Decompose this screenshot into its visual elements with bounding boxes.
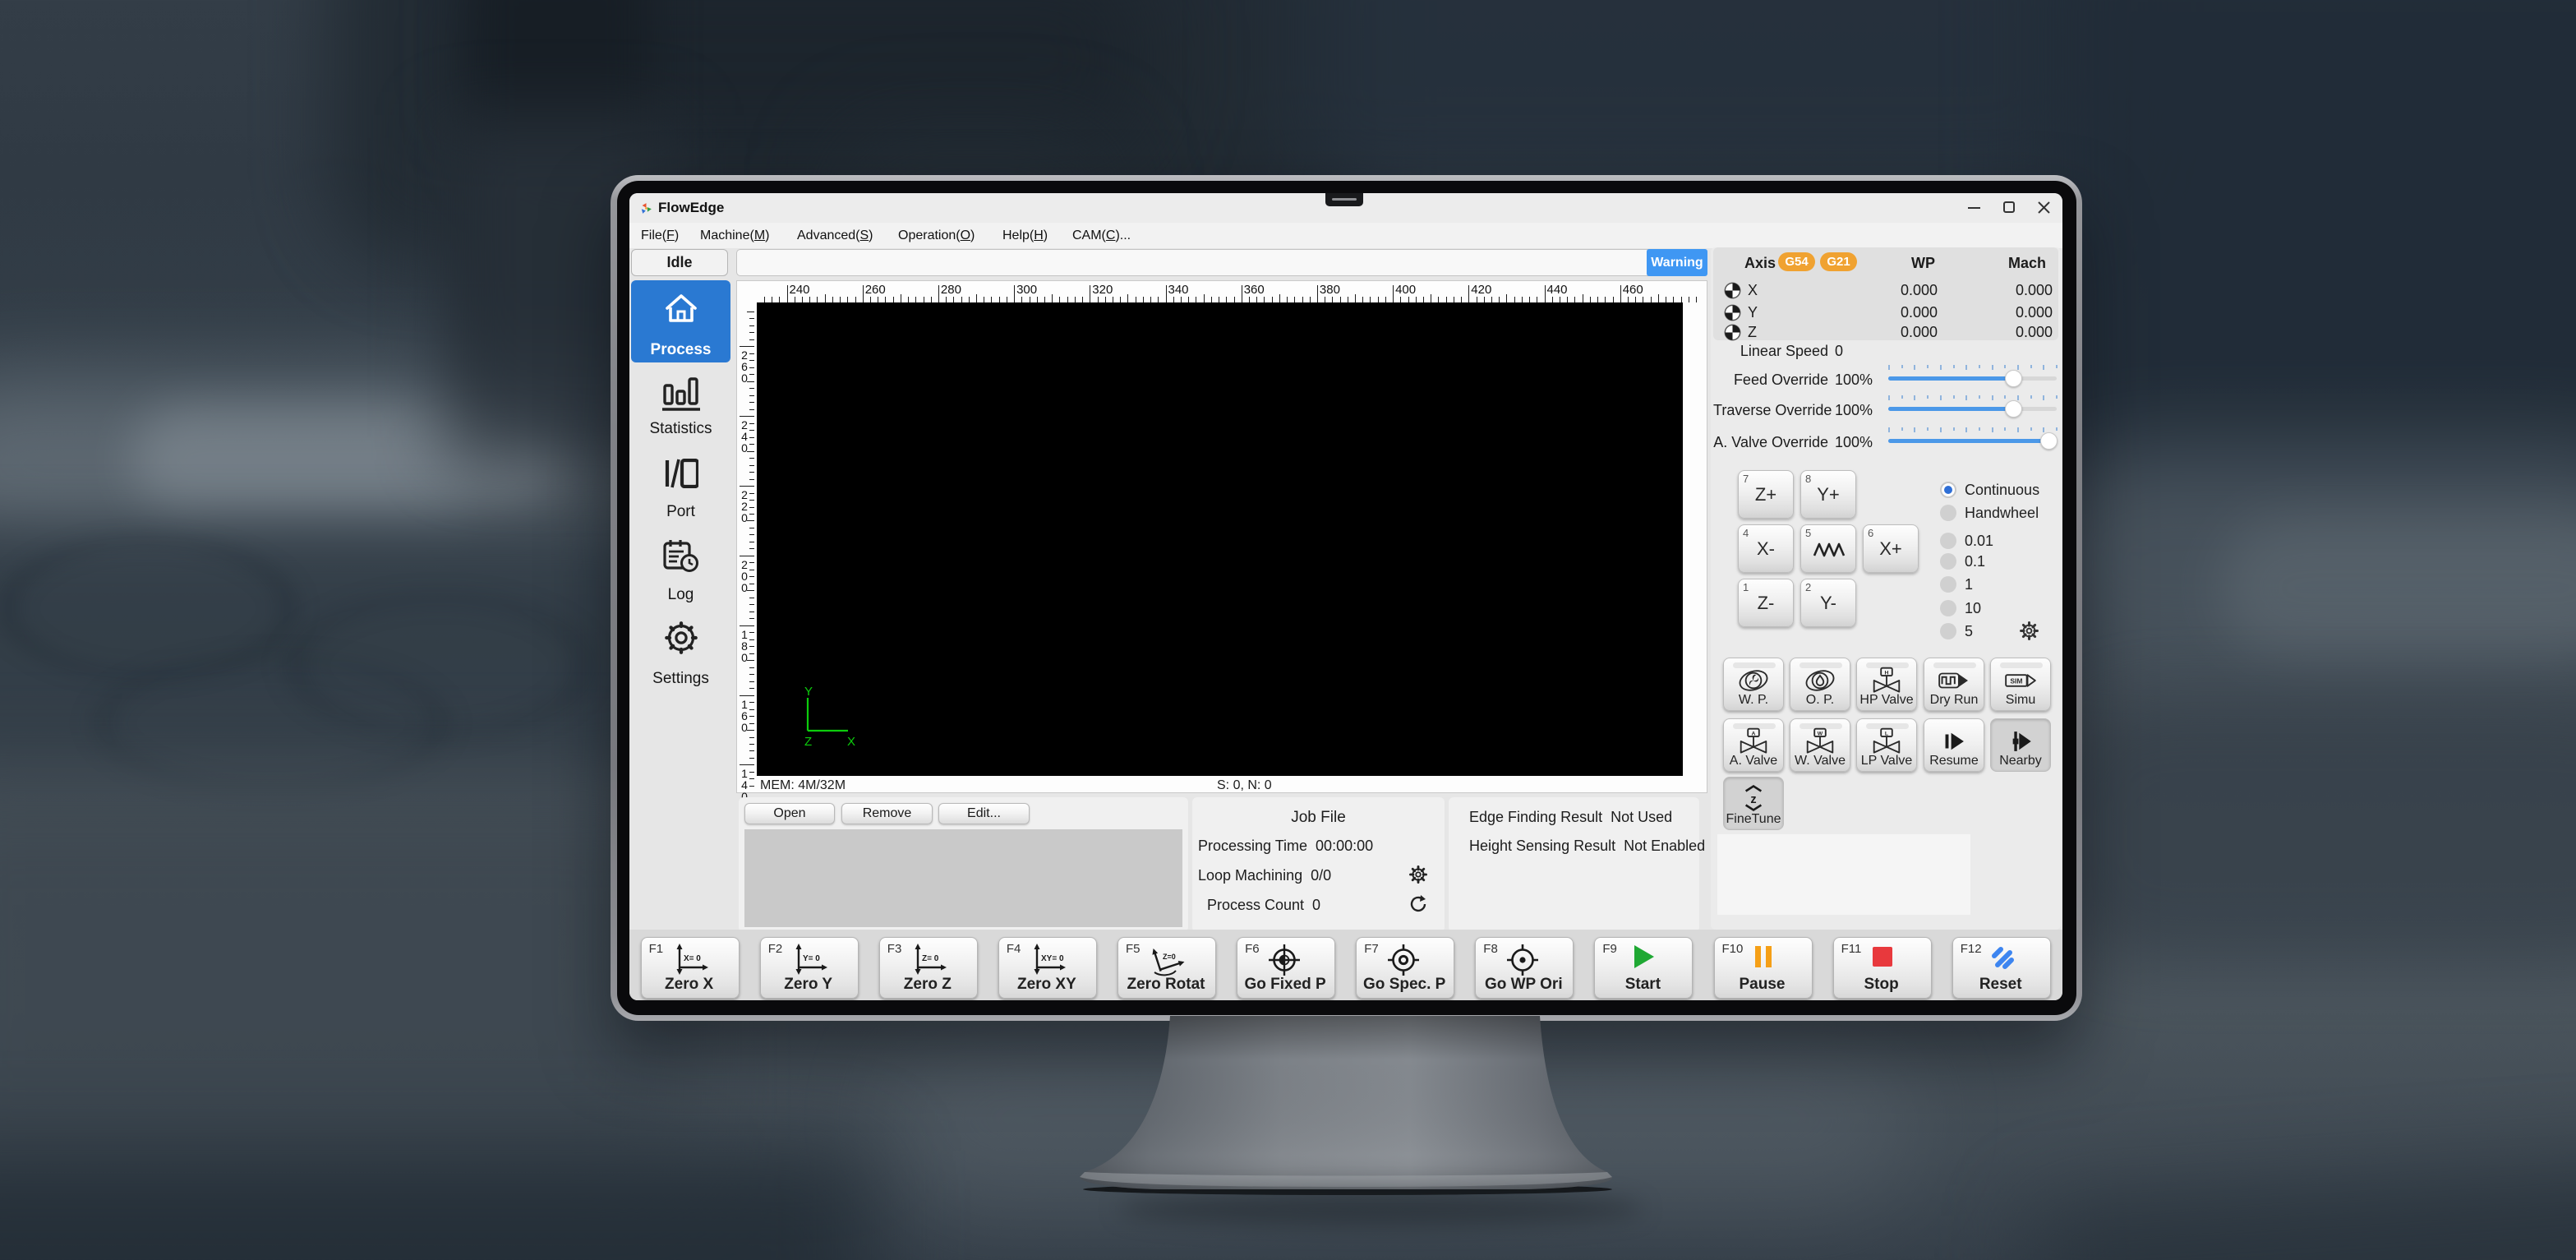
- svg-text:Y: Y: [804, 686, 813, 699]
- svg-text:X= 0: X= 0: [684, 954, 701, 963]
- svg-text:z: z: [1750, 793, 1756, 806]
- svg-text:Z: Z: [804, 735, 812, 748]
- svg-text:A: A: [1752, 731, 1756, 736]
- svg-text:L: L: [1885, 731, 1888, 736]
- svg-text:Z=0: Z=0: [1163, 953, 1176, 961]
- svg-text:H: H: [1885, 670, 1889, 676]
- svg-text:X: X: [847, 735, 855, 748]
- svg-text:XY= 0: XY= 0: [1041, 954, 1064, 963]
- svg-text:W: W: [1818, 731, 1823, 736]
- svg-text:Z= 0: Z= 0: [922, 954, 939, 963]
- svg-text:Y= 0: Y= 0: [803, 954, 820, 963]
- svg-text:SIM: SIM: [2010, 676, 2022, 685]
